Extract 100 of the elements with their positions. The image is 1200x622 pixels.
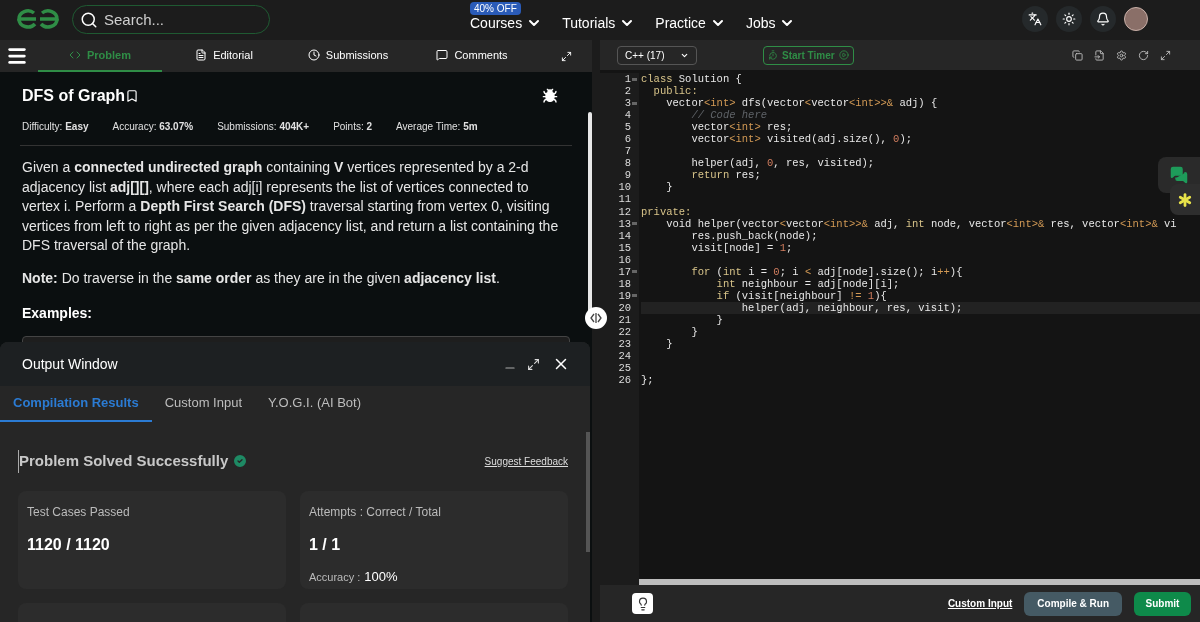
output-scrollbar[interactable]	[586, 432, 590, 552]
problem-note: Note: Do traverse in the same order as they are in the given adjacency list.	[22, 268, 501, 288]
timer-icon	[768, 50, 778, 60]
code-line: vector<int> dfs(vector<vector<int>>& adj) {	[665, 97, 938, 110]
code-line: private:	[641, 205, 692, 218]
logo-icon[interactable]	[16, 8, 60, 30]
feedback-link[interactable]: Suggest Feedback	[484, 453, 568, 469]
status-message: Problem Solved Successfully	[18, 450, 229, 473]
bug-icon[interactable]	[542, 88, 558, 104]
problem-title: DFS of Graph	[22, 86, 126, 106]
file-icon[interactable]	[1094, 49, 1105, 61]
chat-bubbles-icon	[1170, 166, 1188, 184]
problem-stat: Average Time: 5m	[396, 120, 478, 134]
line-number: 22	[618, 326, 631, 338]
fold-icon[interactable]	[632, 222, 637, 226]
expand-icon[interactable]	[561, 50, 572, 62]
problem-tab[interactable]: Submissions	[286, 40, 410, 72]
language-select[interactable]: C++ (17)	[617, 45, 697, 65]
line-number: 5	[624, 121, 631, 134]
search-field[interactable]: Search...	[72, 4, 270, 34]
card-value: 1120 / 1120	[27, 534, 111, 555]
output-tab[interactable]: Y.O.G.I. (AI Bot)	[255, 386, 374, 422]
check-icon	[232, 453, 249, 470]
line-number: 1	[624, 73, 631, 85]
line-number: 15	[618, 241, 631, 254]
line-number: 10	[618, 181, 631, 194]
code-line: for (int i = 0; i < adj[node].size(); i++){	[690, 265, 963, 278]
clock-icon	[307, 49, 320, 61]
code-line: vector<int> res;	[690, 121, 793, 134]
expand-icon[interactable]	[527, 357, 540, 371]
line-number: 8	[624, 157, 631, 170]
document-icon	[195, 49, 208, 61]
bookmark-icon[interactable]	[125, 89, 140, 103]
line-number: 19	[618, 289, 631, 302]
line-number: 7	[624, 145, 631, 158]
nav-menu-item[interactable]: Practice	[655, 12, 726, 34]
code-line: }	[715, 313, 723, 326]
compile-run-button[interactable]: Compile & Run	[1024, 591, 1122, 616]
horizontal-scrollbar[interactable]	[639, 579, 1200, 585]
output-tab[interactable]: Custom Input	[151, 386, 255, 422]
code-line: // Code here	[690, 109, 768, 122]
copy-icon[interactable]	[1072, 49, 1083, 61]
settings-icon[interactable]	[1116, 49, 1127, 61]
fold-icon[interactable]	[632, 101, 637, 105]
code-line: void helper(vector<vector<int>>& adj, int node, vector<int>& res, vector<int>& vi	[665, 217, 1177, 230]
line-number: 13	[618, 217, 631, 230]
line-number: 11	[618, 193, 631, 206]
line-number: 16	[618, 253, 631, 266]
problem-tab[interactable]: Problem	[38, 40, 162, 72]
line-number: 18	[618, 277, 631, 290]
code-line: class Solution {	[641, 73, 742, 86]
translate-icon[interactable]	[1022, 6, 1048, 32]
card-value: 1 / 1	[309, 534, 342, 555]
problem-tab[interactable]: Editorial	[162, 40, 286, 72]
nav-menu-item[interactable]: Courses	[470, 12, 543, 34]
reset-icon[interactable]	[1138, 49, 1149, 61]
expand-icon[interactable]	[1160, 49, 1171, 61]
line-number: 12	[618, 205, 631, 218]
problem-stat: Points: 2	[333, 120, 373, 134]
fold-icon[interactable]	[632, 270, 637, 274]
search-icon	[80, 10, 98, 29]
code-line: helper(adj, 0, res, visited);	[690, 157, 875, 170]
problem-stat: Submissions: 404K+	[217, 120, 310, 134]
code-line: int neighbour = adj[node][i];	[715, 277, 900, 290]
line-number: 21	[618, 313, 631, 326]
line-number: 9	[624, 169, 631, 182]
code-line: public:	[652, 85, 698, 98]
assistant-widget[interactable]	[1170, 184, 1200, 215]
line-number: 20	[618, 301, 631, 314]
custom-input-link[interactable]: Custom Input	[947, 596, 1013, 611]
line-number: 2	[624, 85, 631, 98]
nav-menu-item[interactable]: Jobs	[745, 12, 796, 34]
fold-icon[interactable]	[632, 294, 637, 298]
menu-icon[interactable]	[6, 45, 28, 67]
chat-icon	[436, 49, 449, 61]
code-line: res.push_back(node);	[690, 229, 818, 242]
bell-icon[interactable]	[1090, 6, 1116, 32]
problem-tab[interactable]: Comments	[410, 40, 534, 72]
code-line: }	[665, 338, 673, 351]
card-label: Attempts : Correct / Total	[309, 503, 442, 521]
avatar[interactable]	[1124, 7, 1148, 31]
sun-icon[interactable]	[1056, 6, 1082, 32]
problem-stat: Difficulty: Easy	[22, 120, 89, 134]
code-line: return res;	[690, 169, 761, 182]
hint-button[interactable]	[632, 593, 653, 614]
code-line: vector<int> visited(adj.size(), 0);	[690, 133, 912, 146]
examples-heading: Examples:	[22, 303, 94, 323]
line-number: 14	[618, 229, 631, 242]
start-timer-button[interactable]: Start Timer	[763, 45, 854, 65]
nav-menu-item[interactable]: Tutorials	[562, 12, 636, 34]
line-number: 25	[618, 362, 631, 375]
code-icon	[69, 49, 81, 61]
line-number: 6	[624, 133, 631, 146]
panel-scrollbar[interactable]	[588, 112, 592, 312]
fold-icon[interactable]	[632, 77, 637, 81]
code-line: };	[641, 374, 654, 387]
code-line: visit[node] = 1;	[690, 241, 793, 254]
submit-button[interactable]: Submit	[1134, 591, 1191, 616]
code-line: }	[665, 181, 673, 194]
output-tab[interactable]: Compilation Results	[0, 386, 152, 422]
